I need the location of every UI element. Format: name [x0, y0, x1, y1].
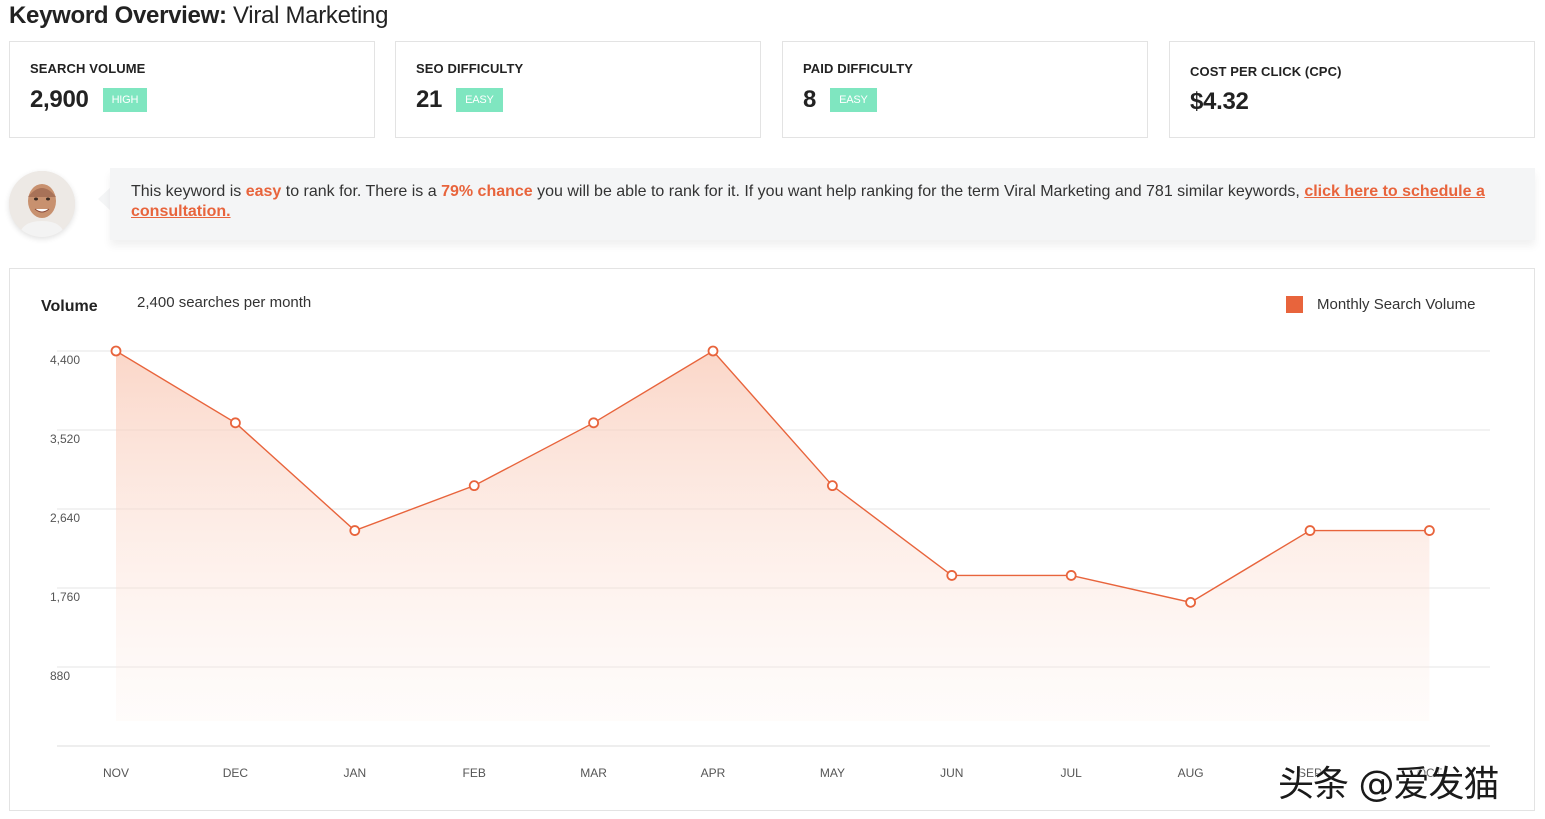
- status-badge: HIGH: [102, 88, 148, 112]
- x-tick-label: MAY: [820, 766, 845, 780]
- card-paid-difficulty: PAID DIFFICULTY 8 EASY: [782, 41, 1148, 138]
- page-title-keyword: Viral Marketing: [233, 2, 389, 29]
- x-tick-label: DEC: [223, 766, 249, 780]
- data-point[interactable]: [707, 345, 719, 357]
- data-point[interactable]: [229, 417, 241, 429]
- y-axis-labels: 880 1,760 2,640 3,520 4,400: [50, 353, 80, 683]
- card-search-volume: SEARCH VOLUME 2,900 HIGH: [9, 41, 375, 138]
- data-point[interactable]: [946, 570, 958, 581]
- advice-text: This keyword is easy to rank for. There …: [131, 182, 1491, 222]
- y-tick-label: 4,400: [50, 353, 80, 367]
- page-title-label: Keyword Overview:: [9, 2, 227, 29]
- x-tick-label: APR: [701, 766, 726, 780]
- x-tick-label: JAN: [343, 766, 366, 780]
- person-icon: [9, 171, 75, 237]
- card-label: SEARCH VOLUME: [30, 61, 146, 76]
- legend-label[interactable]: Monthly Search Volume: [1317, 296, 1475, 313]
- x-tick-label: AUG: [1178, 766, 1204, 780]
- data-point[interactable]: [110, 345, 122, 357]
- advice-panel: This keyword is easy to rank for. There …: [0, 165, 1545, 255]
- y-tick-label: 3,520: [50, 432, 80, 446]
- x-tick-label: NOV: [103, 766, 129, 780]
- chance-highlight: 79% chance: [441, 183, 533, 200]
- watermark: 头条 @爱发猫: [1278, 764, 1499, 805]
- data-point[interactable]: [827, 480, 838, 492]
- y-tick-label: 880: [50, 669, 70, 683]
- data-point[interactable]: [1065, 570, 1077, 581]
- advice-text-part: This keyword is: [131, 183, 246, 200]
- searches-per-month: 2,400 searches per month: [137, 294, 311, 311]
- x-axis-labels: NOV DEC JAN FEB MAR APR MAY JUN JUL AUG SEP OCT: [103, 766, 1443, 780]
- card-value: 2,900: [30, 86, 89, 113]
- card-label: PAID DIFFICULTY: [803, 61, 914, 76]
- card-value: 21: [416, 86, 443, 113]
- difficulty-highlight: easy: [245, 183, 282, 200]
- card-seo-difficulty: SEO DIFFICULTY 21 EASY: [395, 41, 761, 138]
- card-label: COST PER CLICK (CPC): [1190, 64, 1342, 79]
- data-point[interactable]: [588, 417, 599, 429]
- data-point[interactable]: [468, 480, 480, 492]
- card-label: SEO DIFFICULTY: [416, 61, 524, 76]
- legend-swatch: [1286, 296, 1303, 313]
- card-cpc: COST PER CLICK (CPC) $4.32: [1169, 41, 1535, 138]
- status-badge: EASY: [456, 88, 503, 112]
- volume-label: Volume: [41, 298, 98, 315]
- data-point[interactable]: [349, 525, 361, 536]
- data-point[interactable]: [1424, 525, 1435, 536]
- y-tick-label: 1,760: [50, 590, 80, 604]
- x-tick-label: JUN: [940, 766, 963, 780]
- advice-text-part: to rank for. There is a: [281, 183, 442, 200]
- metric-cards: SEARCH VOLUME 2,900 HIGH SEO DIFFICULTY …: [9, 41, 1535, 138]
- advice-text-part: you will be able to rank for it. If you …: [532, 183, 1305, 200]
- x-tick-label: MAR: [580, 766, 607, 780]
- card-value-row: 2,900 HIGH: [30, 86, 148, 114]
- x-tick-label: JUL: [1061, 766, 1083, 780]
- card-value-row: $4.32: [1190, 88, 1249, 116]
- card-value: 8: [803, 86, 817, 113]
- card-value-row: 21 EASY: [416, 86, 503, 114]
- page-title: Keyword Overview: Viral Marketing: [9, 2, 388, 30]
- data-point[interactable]: [1304, 525, 1316, 536]
- series-area: [116, 351, 1430, 721]
- card-value: $4.32: [1190, 88, 1249, 115]
- search-volume-chart: Volume 2,400 searches per month Monthly …: [41, 294, 1490, 780]
- status-badge: EASY: [830, 88, 877, 112]
- data-point[interactable]: [1185, 596, 1196, 608]
- y-tick-label: 2,640: [50, 511, 80, 525]
- avatar: [9, 171, 75, 237]
- x-tick-label: FEB: [463, 766, 486, 780]
- chart-panel: Volume 2,400 searches per month Monthly …: [9, 268, 1535, 811]
- card-value-row: 8 EASY: [803, 86, 877, 114]
- advice-box: This keyword is easy to rank for. There …: [110, 168, 1535, 240]
